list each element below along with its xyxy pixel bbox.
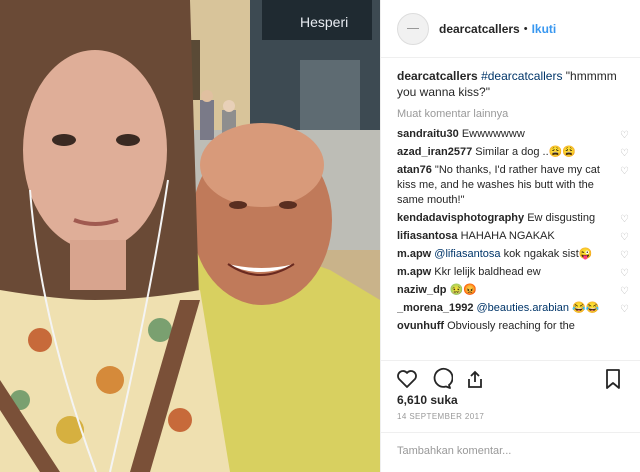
comment-username[interactable]: naziw_dp <box>397 284 447 296</box>
comment-username[interactable]: sandraitu30 <box>397 128 459 140</box>
share-icon[interactable] <box>463 367 487 391</box>
comment: m.apw Kkr lelijk baldhead ew ♡ <box>397 265 629 280</box>
like-comment-heart-icon[interactable]: ♡ <box>620 248 629 263</box>
comment-username[interactable]: atan76 <box>397 164 432 176</box>
comment-text: kok ngakak sist😜 <box>503 248 593 260</box>
comment-text: 🤢😡 <box>449 284 477 296</box>
comment-username[interactable]: kendadavisphotography <box>397 212 524 224</box>
comment-text: HAHAHA NGAKAK <box>460 230 555 242</box>
header-username[interactable]: dearcatcallers <box>439 22 520 36</box>
avatar[interactable] <box>397 12 429 45</box>
comment: kendadavisphotography Ew disgusting ♡ <box>397 211 629 226</box>
like-comment-heart-icon[interactable]: ♡ <box>620 284 629 299</box>
instagram-post: Hesperi dearcatcallers • Ikuti dearcatca… <box>0 0 640 472</box>
comment-text: Kkr lelijk baldhead ew <box>434 266 541 278</box>
comment: naziw_dp 🤢😡 ♡ <box>397 283 629 298</box>
post-date: 14 SEPTEMBER 2017 <box>397 412 485 421</box>
heart-icon[interactable] <box>395 367 419 391</box>
post-photo[interactable]: Hesperi <box>0 0 380 472</box>
post-caption: dearcatcallers #dearcatcallers "hmmmm yo… <box>397 68 629 100</box>
comment-text: Ew disgusting <box>527 212 596 224</box>
follow-button[interactable]: Ikuti <box>532 22 557 36</box>
like-comment-heart-icon[interactable]: ♡ <box>620 302 629 317</box>
caption-hashtag[interactable]: #dearcatcallers <box>481 69 562 83</box>
comment-text: Similar a dog ..😩😩 <box>475 146 577 158</box>
like-comment-heart-icon[interactable]: ♡ <box>620 230 629 245</box>
comment-mention[interactable]: @lifiasantosa <box>434 248 500 260</box>
comment-username[interactable]: m.apw <box>397 266 431 278</box>
post-side-panel: dearcatcallers • Ikuti dearcatcallers #d… <box>380 0 640 472</box>
like-comment-heart-icon[interactable]: ♡ <box>620 128 629 143</box>
comment: azad_iran2577 Similar a dog ..😩😩 ♡ <box>397 145 629 160</box>
comment-username[interactable]: ovunhuff <box>397 320 444 332</box>
like-comment-heart-icon[interactable]: ♡ <box>620 146 629 161</box>
separator-dot: • <box>523 22 528 35</box>
comment: atan76 "No thanks, I'd rather have my ca… <box>397 163 629 208</box>
comment-username[interactable]: lifiasantosa <box>397 230 458 242</box>
comment-text: Obviously reaching for the <box>447 320 575 332</box>
bookmark-icon[interactable] <box>601 367 625 391</box>
comment-mention[interactable]: @beauties.arabian <box>477 302 570 314</box>
like-comment-heart-icon[interactable]: ♡ <box>620 164 629 179</box>
comment-text: 😂😂 <box>572 302 600 314</box>
comment: m.apw @lifiasantosa kok ngakak sist😜 ♡ <box>397 247 629 262</box>
comment-text: Ewwwwwww <box>461 128 525 140</box>
caption-username[interactable]: dearcatcallers <box>397 69 478 83</box>
load-more-comments[interactable]: Muat komentar lainnya <box>397 108 629 120</box>
comment-username[interactable]: _morena_1992 <box>397 302 473 314</box>
post-actions: 6,610 suka 14 SEPTEMBER 2017 <box>381 360 640 432</box>
like-comment-heart-icon[interactable]: ♡ <box>620 212 629 227</box>
add-comment-input[interactable]: Tambahkan komentar... <box>381 432 640 472</box>
post-header: dearcatcallers • Ikuti <box>381 0 640 58</box>
comment: _morena_1992 @beauties.arabian 😂😂 ♡ <box>397 301 629 316</box>
likes-count[interactable]: 6,610 suka <box>397 393 458 407</box>
selfie-image <box>0 0 380 472</box>
comment: sandraitu30 Ewwwwwww ♡ <box>397 127 629 142</box>
comment: ovunhuff Obviously reaching for the <box>397 319 629 334</box>
like-comment-heart-icon[interactable]: ♡ <box>620 266 629 281</box>
action-icons <box>395 367 487 391</box>
comment-icon[interactable] <box>429 367 453 391</box>
storefront-sign: Hesperi <box>300 14 349 30</box>
comment-username[interactable]: m.apw <box>397 248 431 260</box>
comment: lifiasantosa HAHAHA NGAKAK ♡ <box>397 229 629 244</box>
comments-list[interactable]: dearcatcallers #dearcatcallers "hmmmm yo… <box>397 68 629 358</box>
comment-username[interactable]: azad_iran2577 <box>397 146 472 158</box>
